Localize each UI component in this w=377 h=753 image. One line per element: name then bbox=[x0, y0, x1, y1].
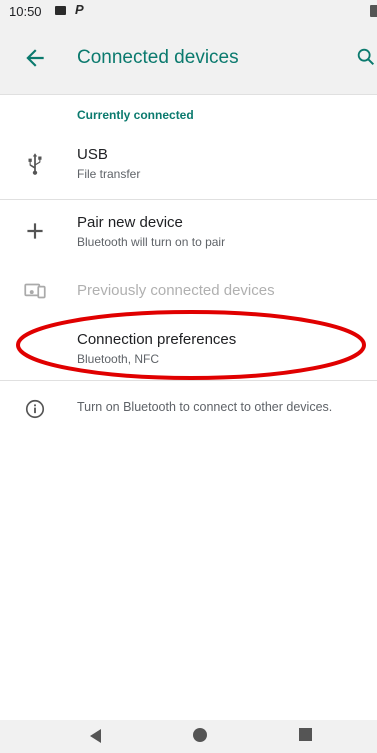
prefs-title: Connection preferences bbox=[77, 331, 237, 348]
previously-connected-item[interactable]: Previously connected devices bbox=[0, 270, 377, 310]
usb-item[interactable]: USB File transfer bbox=[0, 138, 377, 190]
divider bbox=[0, 199, 377, 200]
usb-subtitle: File transfer bbox=[77, 167, 141, 181]
devices-icon bbox=[24, 283, 46, 299]
nav-home-icon[interactable] bbox=[193, 728, 207, 742]
pair-new-device-item[interactable]: Pair new device Bluetooth will turn on t… bbox=[0, 206, 377, 258]
info-icon bbox=[25, 399, 45, 419]
info-row: Turn on Bluetooth to connect to other de… bbox=[0, 390, 377, 426]
nav-recents-icon[interactable] bbox=[299, 728, 312, 741]
usb-icon bbox=[28, 153, 42, 175]
status-time: 10:50 bbox=[9, 4, 42, 19]
battery-icon bbox=[370, 5, 377, 17]
app-bar: Connected devices bbox=[0, 22, 377, 95]
navigation-bar bbox=[0, 720, 377, 753]
status-bar: 10:50 P bbox=[0, 0, 377, 22]
pair-title: Pair new device bbox=[77, 214, 183, 231]
connection-preferences-item[interactable]: Connection preferences Bluetooth, NFC bbox=[0, 326, 377, 376]
usb-title: USB bbox=[77, 146, 108, 163]
divider bbox=[0, 380, 377, 381]
prefs-subtitle: Bluetooth, NFC bbox=[77, 352, 160, 366]
plus-icon bbox=[27, 223, 43, 239]
arrow-back-icon[interactable] bbox=[22, 45, 48, 71]
pair-subtitle: Bluetooth will turn on to pair bbox=[77, 235, 226, 249]
info-text: Turn on Bluetooth to connect to other de… bbox=[77, 400, 333, 414]
search-icon[interactable] bbox=[355, 45, 377, 69]
p-notification-icon: P bbox=[75, 2, 84, 17]
page-title: Connected devices bbox=[77, 47, 239, 68]
nav-back-icon[interactable] bbox=[88, 728, 102, 744]
gallery-notification-icon bbox=[55, 6, 66, 15]
previous-title: Previously connected devices bbox=[77, 282, 275, 299]
section-currently-connected: Currently connected bbox=[77, 108, 194, 122]
